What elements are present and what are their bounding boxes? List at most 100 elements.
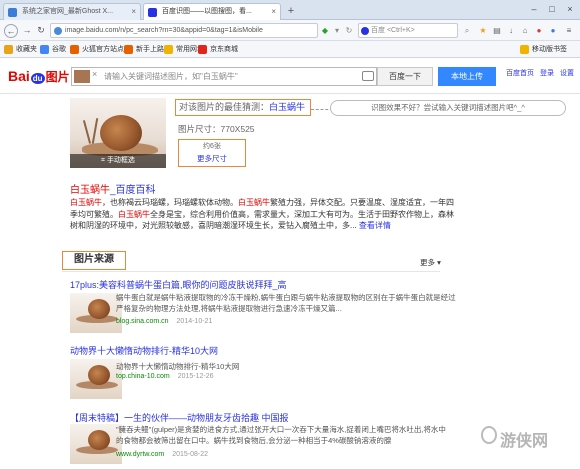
bookmark-item[interactable]: 新手上路	[124, 44, 164, 55]
baidu-favicon-icon	[148, 8, 157, 17]
query-image[interactable]: ⌗ 手动框选	[70, 98, 166, 168]
result-meta: top.china-10.com 2015-12-26	[116, 373, 214, 380]
mobile-bookmarks[interactable]: 移动版书签	[520, 44, 567, 55]
watermark: 游侠网	[500, 433, 549, 450]
baidu-search-button[interactable]: 百度一下	[377, 67, 433, 86]
manual-crop-button[interactable]: ⌗ 手动框选	[70, 154, 166, 168]
maximize-icon[interactable]: □	[544, 2, 560, 16]
bookmarks-bar: 收藏夹 谷歌 火狐官方站点 新手上路 常用网址 京东商城 移动版书签	[0, 41, 580, 58]
download-icon[interactable]: ↓	[506, 26, 516, 36]
site-identity-icon	[54, 27, 62, 35]
image-search-input[interactable]: × 请输入关键词描述图片，如"白玉蜗牛"	[71, 67, 377, 86]
close-tab-icon[interactable]: ×	[271, 4, 276, 20]
baidu-image-logo[interactable]: Bai du 图片	[8, 67, 70, 85]
bookmark-item[interactable]: 谷歌	[40, 44, 66, 55]
result-thumbnail[interactable]	[70, 359, 122, 399]
result-thumbnail[interactable]	[70, 293, 122, 333]
close-window-icon[interactable]: ×	[562, 2, 578, 16]
logo-pic: 图片	[45, 70, 70, 84]
baike-title-rest: _百度百科	[110, 185, 156, 196]
dropdown-icon[interactable]: ▾	[332, 26, 342, 36]
shield-icon[interactable]: ◆	[320, 26, 330, 36]
jd-icon	[198, 45, 207, 54]
result-meta: blog.sina.com.cn 2014-10-21	[116, 318, 212, 325]
snail-shell	[88, 430, 110, 450]
query-image-thumbnail	[74, 70, 90, 83]
login-link[interactable]: 登录	[540, 68, 554, 78]
bookmark-label: 移动版书签	[532, 46, 567, 53]
baike-keyword: 白玉蜗牛	[118, 209, 150, 219]
result-description: "臃吞夫鳗"(gulper)是贪婪的进食方式,通过张开大口一次吞下大量海水,捉着…	[116, 425, 446, 445]
magnifier-icon[interactable]: ⌕	[462, 26, 472, 36]
close-tab-icon[interactable]: ×	[131, 4, 136, 20]
addon-icon[interactable]: ●	[534, 26, 544, 36]
tab-baidu-shitu[interactable]: 百度识图——以图搜图，看... ×	[143, 3, 281, 21]
bookmark-label: 火狐官方站点	[82, 46, 124, 53]
snail-shell	[88, 365, 110, 385]
guess-keyword-link[interactable]: 白玉蜗牛	[269, 102, 305, 112]
bookmark-label: 谷歌	[52, 46, 66, 53]
bookmark-label: 京东商城	[210, 46, 238, 53]
refresh-icon[interactable]: ↻	[344, 26, 354, 36]
folder-icon	[164, 45, 173, 54]
back-icon[interactable]: ←	[4, 24, 18, 38]
result-date: 2015-12-26	[177, 373, 214, 380]
baike-summary: 白玉蜗牛，也称褐云玛瑙螺，玛瑙螺软体动物。白玉蜗牛繁殖力强，异体交配。只要温度、…	[70, 197, 454, 232]
settings-link[interactable]: 设置	[560, 68, 574, 78]
site-favicon-icon	[8, 8, 17, 17]
result-title-link[interactable]: 动物界十大懒惰动物排行-精华10大网	[70, 344, 218, 357]
baidu-search-engine-icon	[361, 27, 369, 35]
firefox-icon	[70, 45, 79, 54]
result-site: blog.sina.com.cn	[116, 318, 169, 325]
baike-more-link[interactable]: 查看详情	[359, 221, 391, 230]
baike-keyword: 白玉蜗牛	[70, 198, 102, 207]
browser-search-input[interactable]: 百度 <Ctrl+K>	[358, 23, 458, 38]
more-sizes-link[interactable]: 更多尺寸	[179, 153, 245, 164]
baike-title-link[interactable]: 白玉蜗牛_百度百科	[70, 181, 156, 196]
snail-shell	[88, 299, 110, 319]
result-description: 动物界十大懒惰动物排行-精华10大网	[116, 362, 240, 371]
minimize-icon[interactable]: –	[526, 2, 542, 16]
home-icon[interactable]: ⌂	[520, 26, 530, 36]
snail-antenna	[91, 118, 98, 144]
result-date: 2014-10-21	[176, 318, 213, 325]
chevron-down-icon: ▾	[437, 258, 441, 267]
guess-prefix: 对该图片的最佳猜测：	[179, 102, 270, 112]
sync-icon[interactable]: ●	[548, 26, 558, 36]
tab-xitongzhijia[interactable]: 系统之家官网_最新Ghost X... ×	[3, 3, 141, 20]
navigation-bar: ← → ↻ image.baidu.com/n/pc_search?rn=30&…	[0, 20, 580, 41]
logo-paw: du	[30, 73, 45, 84]
search-placeholder: 请输入关键词描述图片，如"白玉蜗牛"	[104, 72, 238, 81]
result-title-link[interactable]: 17plus:美容科普蜗牛蛋白篇,眼你的问题皮肤说拜拜_高	[70, 278, 287, 291]
local-upload-button[interactable]: 本地上传	[438, 67, 496, 86]
star-icon[interactable]: ★	[478, 26, 488, 36]
new-tab-button[interactable]: +	[284, 5, 298, 18]
bookmark-item[interactable]: 火狐官方站点	[70, 44, 124, 55]
more-sources-link[interactable]: 更多 ▾	[420, 257, 441, 268]
address-bar[interactable]: image.baidu.com/n/pc_search?rn=30&appid=…	[50, 23, 318, 38]
baike-keyword: 白玉蜗牛	[238, 198, 270, 207]
snail-antenna	[82, 120, 91, 144]
result-title-link[interactable]: 【周末特稿】一生的伙伴——动物朋友牙齿拾趣 中国报	[70, 411, 289, 424]
search-placeholder: 百度 <Ctrl+K>	[371, 27, 415, 34]
more-label: 更多	[420, 258, 435, 267]
menu-icon[interactable]: ≡	[564, 26, 574, 36]
snail-shell	[100, 115, 142, 151]
bookmark-label: 收藏夹	[16, 46, 37, 53]
bookmarks-menu-icon[interactable]: ▤	[492, 26, 502, 36]
bookmark-item[interactable]: 京东商城	[198, 44, 238, 55]
result-thumbnail[interactable]	[70, 424, 122, 464]
camera-icon[interactable]	[362, 71, 374, 81]
reload-icon[interactable]: ↻	[34, 24, 48, 38]
result-site: top.china-10.com	[116, 373, 170, 380]
forward-icon[interactable]: →	[20, 24, 34, 38]
bookmark-label: 新手上路	[136, 46, 164, 53]
baike-title-keyword: 白玉蜗牛	[70, 185, 110, 196]
baidu-header: Bai du 图片 × 请输入关键词描述图片，如"白玉蜗牛" 百度一下 本地上传 百…	[0, 58, 580, 94]
bookmark-item[interactable]: 收藏夹	[4, 44, 37, 55]
image-count: 约6张	[203, 143, 221, 150]
remove-image-icon[interactable]: ×	[92, 69, 97, 79]
more-sizes-box[interactable]: 约6张 更多尺寸	[178, 139, 246, 167]
baidu-home-link[interactable]: 百度首页	[506, 68, 534, 78]
tab-title: 百度识图——以图搜图，看...	[162, 8, 252, 15]
